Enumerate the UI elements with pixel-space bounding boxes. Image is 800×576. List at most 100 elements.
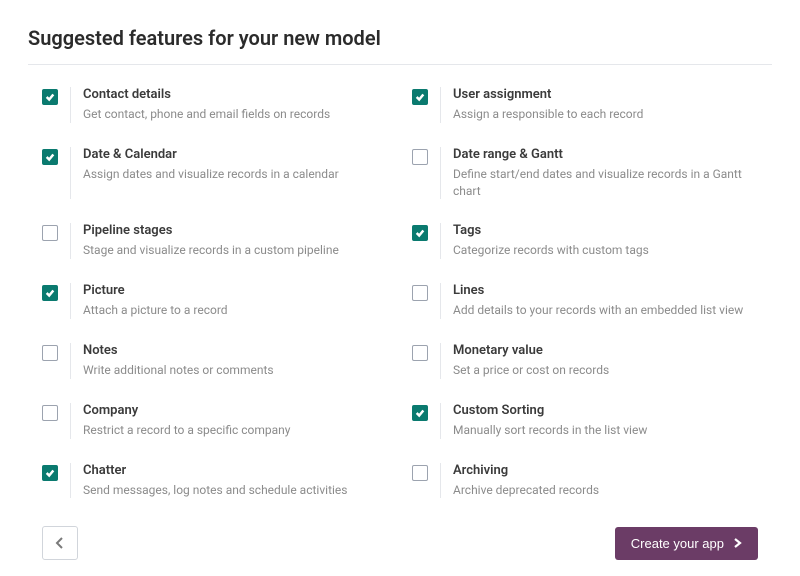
- feature-text: Lines Add details to your records with an…: [453, 283, 758, 319]
- check-icon: [415, 92, 425, 102]
- feature-label: Archiving: [453, 463, 758, 478]
- feature-label: Chatter: [83, 463, 388, 478]
- separator: [440, 403, 441, 439]
- checkbox-company[interactable]: [42, 405, 58, 421]
- feature-notes: Notes Write additional notes or comments: [42, 343, 388, 379]
- separator: [70, 223, 71, 259]
- feature-lines: Lines Add details to your records with an…: [412, 283, 758, 319]
- feature-text: Archiving Archive deprecated records: [453, 463, 758, 499]
- check-icon: [45, 468, 55, 478]
- feature-desc: Attach a picture to a record: [83, 302, 388, 319]
- feature-label: Pipeline stages: [83, 223, 388, 238]
- feature-text: Company Restrict a record to a specific c…: [83, 403, 388, 439]
- feature-text: Chatter Send messages, log notes and sche…: [83, 463, 388, 499]
- feature-desc: Send messages, log notes and schedule ac…: [83, 482, 388, 499]
- separator: [440, 283, 441, 319]
- feature-date-range-gantt: Date range & Gantt Define start/end dates…: [412, 147, 758, 200]
- checkbox-date-calendar[interactable]: [42, 149, 58, 165]
- footer: Create your app: [28, 526, 772, 576]
- feature-desc: Categorize records with custom tags: [453, 242, 758, 259]
- chevron-right-icon: [734, 538, 742, 548]
- separator: [70, 403, 71, 439]
- feature-contact-details: Contact details Get contact, phone and em…: [42, 87, 388, 123]
- feature-label: Picture: [83, 283, 388, 298]
- feature-picture: Picture Attach a picture to a record: [42, 283, 388, 319]
- feature-desc: Restrict a record to a specific company: [83, 422, 388, 439]
- create-app-label: Create your app: [631, 536, 724, 551]
- checkbox-custom-sorting[interactable]: [412, 405, 428, 421]
- page-title: Suggested features for your new model: [28, 26, 772, 50]
- separator: [70, 147, 71, 200]
- feature-desc: Set a price or cost on records: [453, 362, 758, 379]
- feature-custom-sorting: Custom Sorting Manually sort records in t…: [412, 403, 758, 439]
- check-icon: [45, 92, 55, 102]
- features-grid: Contact details Get contact, phone and em…: [28, 87, 772, 498]
- separator: [440, 463, 441, 499]
- separator: [70, 343, 71, 379]
- chevron-left-icon: [55, 537, 65, 549]
- feature-label: User assignment: [453, 87, 758, 102]
- checkbox-notes[interactable]: [42, 345, 58, 361]
- back-button[interactable]: [42, 526, 78, 560]
- check-icon: [415, 228, 425, 238]
- checkbox-chatter[interactable]: [42, 465, 58, 481]
- feature-label: Date range & Gantt: [453, 147, 758, 162]
- feature-label: Company: [83, 403, 388, 418]
- checkbox-picture[interactable]: [42, 285, 58, 301]
- feature-label: Notes: [83, 343, 388, 358]
- feature-text: Custom Sorting Manually sort records in t…: [453, 403, 758, 439]
- feature-chatter: Chatter Send messages, log notes and sche…: [42, 463, 388, 499]
- separator: [440, 343, 441, 379]
- separator: [70, 283, 71, 319]
- checkbox-pipeline-stages[interactable]: [42, 225, 58, 241]
- separator: [70, 87, 71, 123]
- feature-desc: Assign a responsible to each record: [453, 106, 758, 123]
- feature-user-assignment: User assignment Assign a responsible to e…: [412, 87, 758, 123]
- feature-desc: Write additional notes or comments: [83, 362, 388, 379]
- feature-label: Tags: [453, 223, 758, 238]
- divider: [28, 64, 772, 65]
- feature-pipeline-stages: Pipeline stages Stage and visualize recor…: [42, 223, 388, 259]
- checkbox-tags[interactable]: [412, 225, 428, 241]
- separator: [440, 223, 441, 259]
- feature-desc: Stage and visualize records in a custom …: [83, 242, 388, 259]
- feature-tags: Tags Categorize records with custom tags: [412, 223, 758, 259]
- feature-label: Contact details: [83, 87, 388, 102]
- feature-text: Date range & Gantt Define start/end dates…: [453, 147, 758, 200]
- feature-text: Picture Attach a picture to a record: [83, 283, 388, 319]
- feature-desc: Define start/end dates and visualize rec…: [453, 166, 758, 200]
- separator: [440, 147, 441, 200]
- checkbox-monetary-value[interactable]: [412, 345, 428, 361]
- feature-date-calendar: Date & Calendar Assign dates and visualiz…: [42, 147, 388, 200]
- feature-text: Contact details Get contact, phone and em…: [83, 87, 388, 123]
- feature-desc: Archive deprecated records: [453, 482, 758, 499]
- feature-label: Lines: [453, 283, 758, 298]
- feature-text: Notes Write additional notes or comments: [83, 343, 388, 379]
- checkbox-contact-details[interactable]: [42, 89, 58, 105]
- check-icon: [45, 152, 55, 162]
- feature-text: Tags Categorize records with custom tags: [453, 223, 758, 259]
- separator: [440, 87, 441, 123]
- feature-text: Monetary value Set a price or cost on rec…: [453, 343, 758, 379]
- checkbox-date-range-gantt[interactable]: [412, 149, 428, 165]
- feature-label: Monetary value: [453, 343, 758, 358]
- feature-desc: Add details to your records with an embe…: [453, 302, 758, 319]
- feature-label: Custom Sorting: [453, 403, 758, 418]
- checkbox-lines[interactable]: [412, 285, 428, 301]
- feature-desc: Assign dates and visualize records in a …: [83, 166, 388, 183]
- create-app-button[interactable]: Create your app: [615, 527, 758, 560]
- feature-archiving: Archiving Archive deprecated records: [412, 463, 758, 499]
- feature-monetary-value: Monetary value Set a price or cost on rec…: [412, 343, 758, 379]
- check-icon: [415, 408, 425, 418]
- feature-text: Date & Calendar Assign dates and visualiz…: [83, 147, 388, 183]
- feature-label: Date & Calendar: [83, 147, 388, 162]
- checkbox-user-assignment[interactable]: [412, 89, 428, 105]
- feature-desc: Manually sort records in the list view: [453, 422, 758, 439]
- feature-company: Company Restrict a record to a specific c…: [42, 403, 388, 439]
- feature-desc: Get contact, phone and email fields on r…: [83, 106, 388, 123]
- separator: [70, 463, 71, 499]
- checkbox-archiving[interactable]: [412, 465, 428, 481]
- check-icon: [45, 288, 55, 298]
- feature-text: Pipeline stages Stage and visualize recor…: [83, 223, 388, 259]
- feature-text: User assignment Assign a responsible to e…: [453, 87, 758, 123]
